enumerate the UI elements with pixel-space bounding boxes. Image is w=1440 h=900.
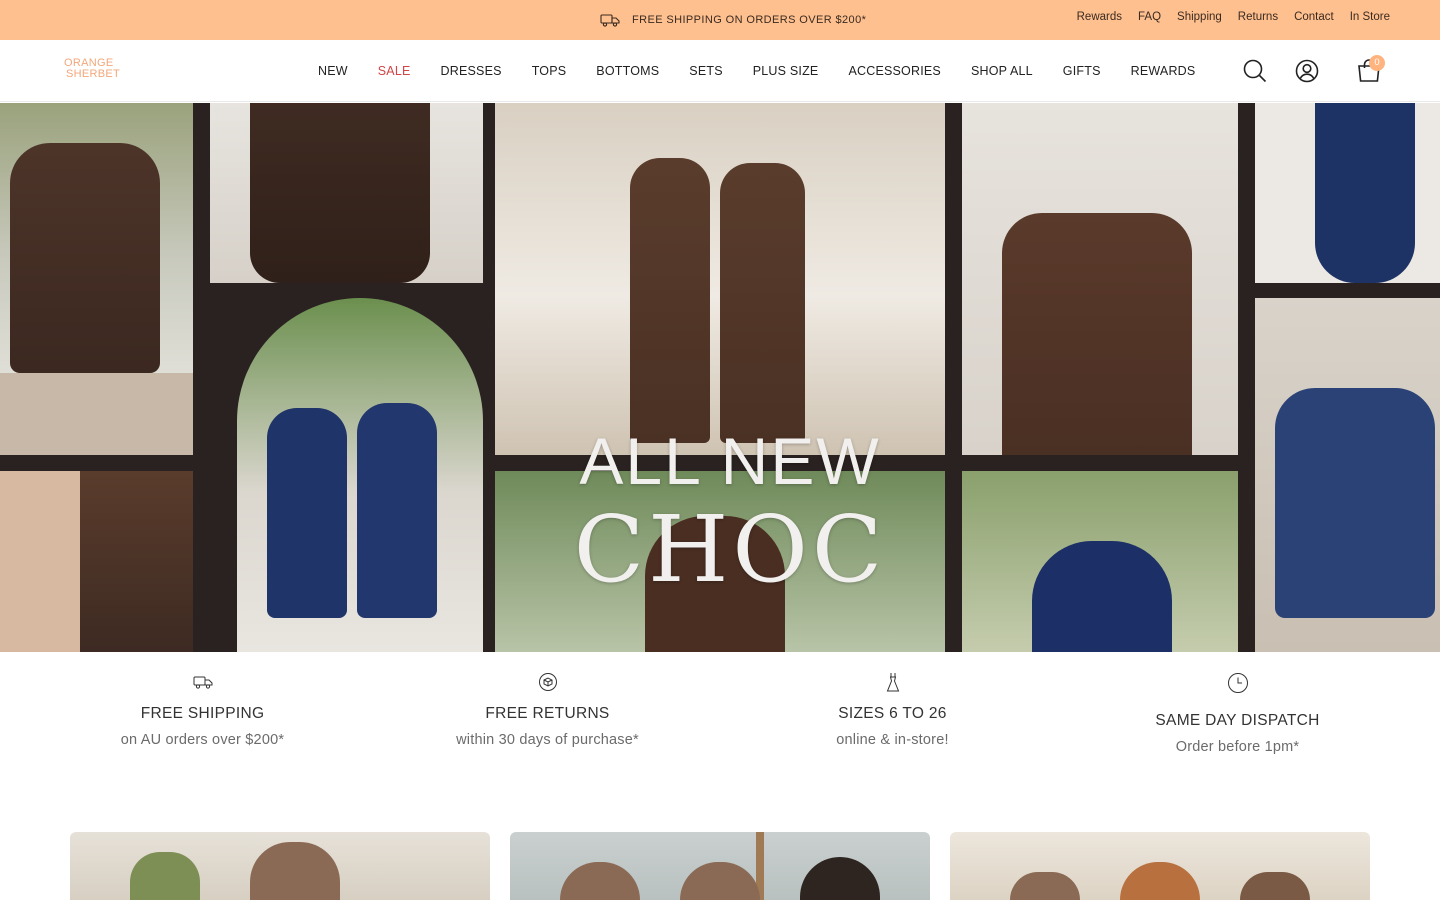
dress-icon — [886, 673, 899, 692]
feature-same-day-dispatch: SAME DAY DISPATCH Order before 1pm* — [1065, 672, 1410, 755]
feature-subtitle: online & in-store! — [836, 732, 949, 748]
nav-shop-all[interactable]: SHOP ALL — [956, 64, 1048, 78]
util-link-in-store[interactable]: In Store — [1350, 11, 1390, 23]
clock-icon — [1227, 673, 1248, 693]
truck-icon — [600, 14, 620, 27]
hero-photo-1 — [0, 103, 193, 455]
user-icon[interactable] — [1293, 57, 1321, 85]
features-row: FREE SHIPPING on AU orders over $200* FR… — [0, 652, 1440, 802]
feature-free-shipping: FREE SHIPPING on AU orders over $200* — [30, 672, 375, 748]
util-link-returns[interactable]: Returns — [1238, 11, 1278, 23]
truck-icon — [193, 676, 212, 689]
util-link-contact[interactable]: Contact — [1294, 11, 1334, 23]
nav-new[interactable]: NEW — [303, 64, 363, 78]
hero-photo-7 — [962, 103, 1238, 455]
nav-dresses[interactable]: DRESSES — [426, 64, 517, 78]
category-card-2[interactable] — [510, 832, 930, 900]
logo-line-2: SHERBET — [66, 68, 121, 80]
feature-free-returns: FREE RETURNS within 30 days of purchase* — [375, 672, 720, 748]
util-link-shipping[interactable]: Shipping — [1177, 11, 1222, 23]
nav-rewards[interactable]: REWARDS — [1116, 64, 1211, 78]
feature-subtitle: Order before 1pm* — [1175, 739, 1300, 755]
nav-plus-size[interactable]: PLUS SIZE — [738, 64, 834, 78]
search-icon[interactable] — [1241, 57, 1269, 85]
hero-title-line-1: ALL NEW — [579, 424, 881, 498]
hero-photo-4 — [237, 298, 483, 652]
nav-accessories[interactable]: ACCESSORIES — [833, 64, 956, 78]
hero-title-line-2: CHOC — [573, 496, 887, 603]
feature-title: SIZES 6 TO 26 — [838, 705, 947, 722]
category-card-3[interactable] — [950, 832, 1370, 900]
nav-tops[interactable]: TOPS — [517, 64, 582, 78]
hero-photo-10 — [1255, 298, 1440, 652]
logo-swirl-icon — [20, 62, 21, 63]
feature-subtitle: on AU orders over $200* — [120, 732, 285, 748]
nav-bottoms[interactable]: BOTTOMS — [581, 64, 674, 78]
hero-photo-3 — [210, 103, 483, 283]
announcement-text: FREE SHIPPING ON ORDERS OVER $200* — [632, 14, 867, 26]
hero-photo-9 — [1255, 103, 1440, 283]
nav-sets[interactable]: SETS — [674, 64, 737, 78]
hero-banner[interactable]: ALL NEW CHOC — [0, 103, 1440, 652]
util-link-faq[interactable]: FAQ — [1138, 11, 1161, 23]
announcement: FREE SHIPPING ON ORDERS OVER $200* — [600, 11, 866, 29]
category-card-1[interactable] — [70, 832, 490, 900]
feature-title: SAME DAY DISPATCH — [1155, 712, 1320, 729]
announcement-bar: FREE SHIPPING ON ORDERS OVER $200* Rewar… — [0, 0, 1440, 40]
main-nav: NEW SALE DRESSES TOPS BOTTOMS SETS PLUS … — [303, 40, 1210, 102]
feature-subtitle: within 30 days of purchase* — [456, 732, 639, 748]
hero-photo-8 — [962, 471, 1238, 652]
feature-sizes: SIZES 6 TO 26 online & in-store! — [720, 672, 1065, 748]
util-link-rewards[interactable]: Rewards — [1077, 11, 1122, 23]
feature-title: FREE RETURNS — [485, 705, 610, 722]
site-header: ORANGE SHERBET NEW SALE DRESSES TOPS BOT… — [0, 40, 1440, 102]
nav-sale[interactable]: SALE — [363, 64, 426, 78]
returns-icon — [538, 673, 557, 691]
cart-count-badge: 0 — [1369, 55, 1385, 71]
feature-title: FREE SHIPPING — [140, 705, 265, 722]
logo[interactable]: ORANGE SHERBET — [64, 58, 126, 80]
hero-photo-2 — [0, 471, 193, 652]
utility-links: Rewards FAQ Shipping Returns Contact In … — [1077, 11, 1390, 23]
hero-photo-5 — [495, 103, 945, 455]
nav-gifts[interactable]: GIFTS — [1048, 64, 1116, 78]
